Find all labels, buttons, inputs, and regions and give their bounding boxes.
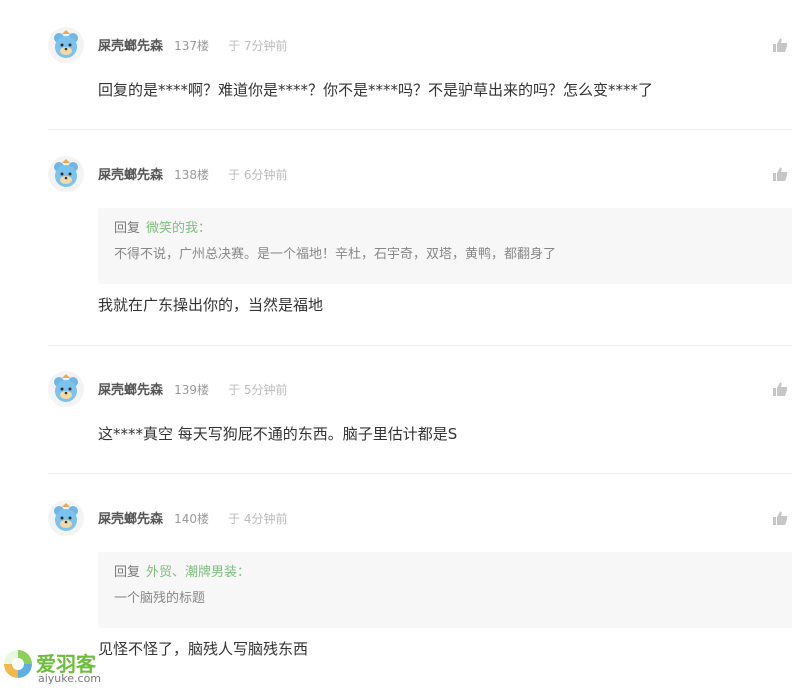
bear-avatar-icon [54, 30, 78, 58]
watermark-logo: 爱羽客 aiyuke.com [0, 630, 110, 690]
timestamp: 于 7分钟前 [228, 39, 288, 53]
comment-text: 回复的是****啊？难道你是****？你不是****吗？不是驴草出来的吗？怎么变… [98, 81, 654, 99]
bear-avatar-icon [54, 374, 78, 402]
timestamp: 于 6分钟前 [228, 168, 288, 182]
bear-avatar-icon [54, 159, 78, 187]
username[interactable]: 屎壳螂先森 [98, 383, 163, 398]
comment-meta: 屎壳螂先森 139楼 于 5分钟前 [98, 380, 288, 400]
username[interactable]: 屎壳螂先森 [98, 168, 163, 183]
divider [48, 129, 792, 130]
floor-number: 140楼 [174, 512, 210, 526]
thumbs-up-icon[interactable] [772, 37, 788, 53]
quoted-reply: 回复 微笑的我： 不得不说，广州总决赛。是一个福地！辛杜，石宇奇，双塔，黄鸭，都翻… [98, 208, 792, 284]
quote-header: 回复 微笑的我： [114, 220, 776, 238]
divider [48, 473, 792, 474]
comment-text: 见怪不怪了，脑残人写脑残东西 [98, 640, 309, 658]
avatar[interactable] [48, 500, 84, 536]
thumbs-up-icon[interactable] [772, 166, 788, 182]
thumbs-up-icon[interactable] [772, 381, 788, 397]
comment-meta: 屎壳螂先森 137楼 于 7分钟前 [98, 36, 288, 56]
avatar[interactable] [48, 156, 84, 192]
comment-meta: 屎壳螂先森 138楼 于 6分钟前 [98, 165, 288, 185]
reply-to-user[interactable]: 微笑的我： [146, 221, 211, 236]
avatar[interactable] [48, 27, 84, 63]
bear-avatar-icon [54, 503, 78, 531]
username[interactable]: 屎壳螂先森 [98, 512, 163, 527]
avatar[interactable] [48, 371, 84, 407]
quote-header: 回复 外贸、潮牌男装： [114, 564, 776, 582]
floor-number: 137楼 [174, 39, 210, 53]
floor-number: 139楼 [174, 383, 210, 397]
timestamp: 于 5分钟前 [228, 383, 288, 397]
quoted-reply: 回复 外贸、潮牌男装： 一个脑残的标题 [98, 552, 792, 628]
watermark-url: aiyuke.com [38, 672, 102, 685]
quote-text: 一个脑残的标题 [114, 591, 206, 606]
reply-to-user[interactable]: 外贸、潮牌男装： [146, 565, 250, 580]
thumbs-up-icon[interactable] [772, 510, 788, 526]
reply-prefix: 回复 [114, 221, 141, 236]
username[interactable]: 屎壳螂先森 [98, 39, 163, 54]
comment-text: 我就在广东操出你的，当然是福地 [98, 296, 324, 314]
comment-text: 这****真空 每天写狗屁不通的东西。脑子里估计都是S [98, 425, 458, 443]
timestamp: 于 4分钟前 [228, 512, 288, 526]
shuttlecock-logo-icon [4, 650, 32, 678]
quote-text: 不得不说，广州总决赛。是一个福地！辛杜，石宇奇，双塔，黄鸭，都翻身了 [114, 247, 557, 262]
reply-prefix: 回复 [114, 565, 141, 580]
comment-meta: 屎壳螂先森 140楼 于 4分钟前 [98, 509, 288, 529]
floor-number: 138楼 [174, 168, 210, 182]
divider [48, 345, 792, 346]
